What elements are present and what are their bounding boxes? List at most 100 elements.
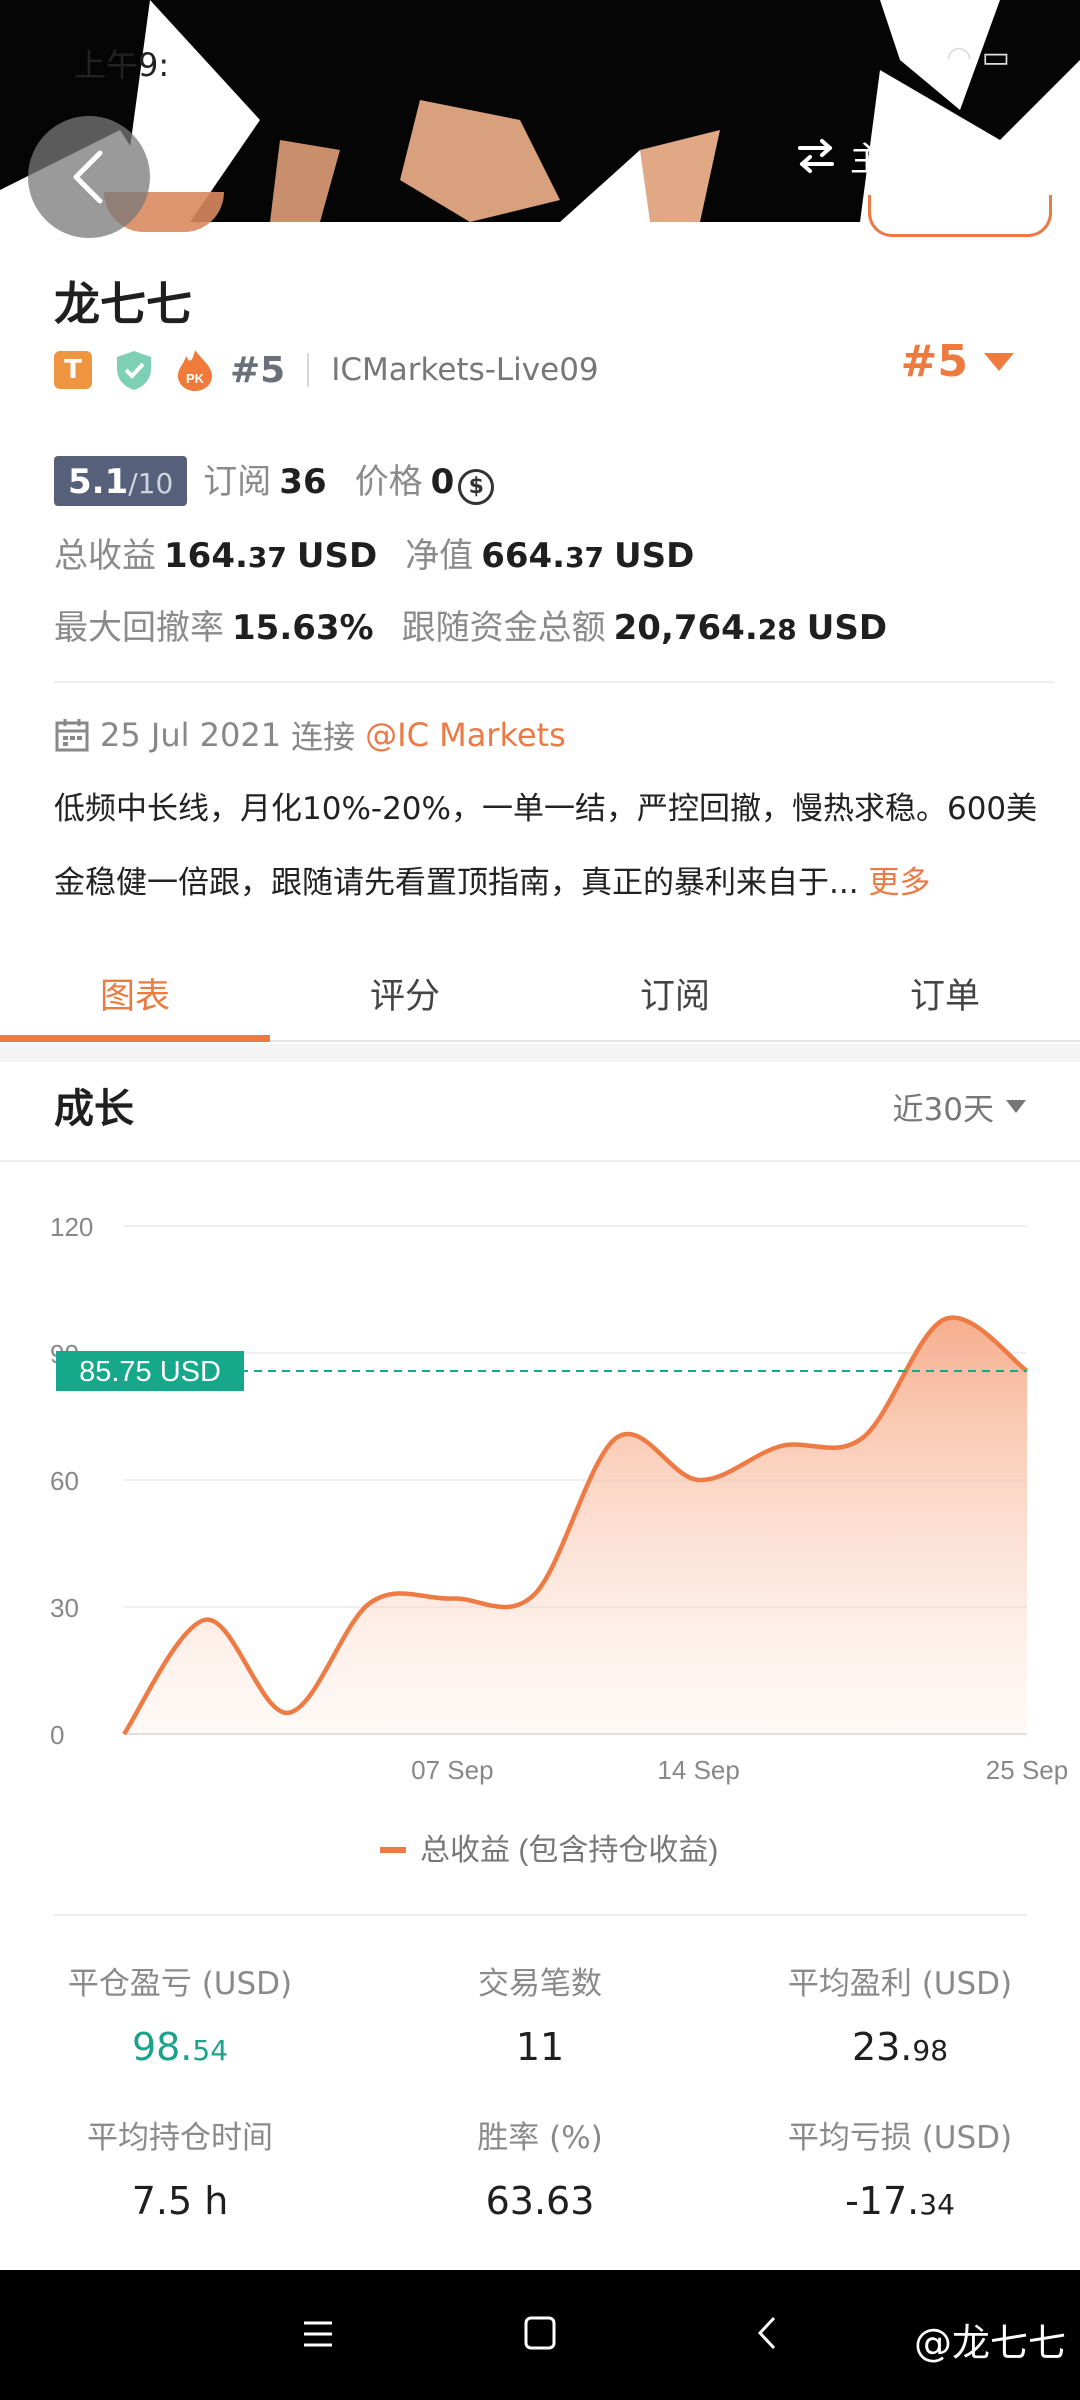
verified-shield-icon [117,351,151,390]
stat-value-int: 23. [851,2025,913,2069]
total-profit-dec: 37 [247,541,287,574]
tab-chart[interactable]: 图表 [0,948,270,1042]
reference-layer: 85.75 USD [56,1350,1027,1391]
banner-artwork [0,0,1080,222]
tab-bar: 图表 评分 订阅 订单 [0,948,1080,1042]
coin-icon: $ [458,469,495,505]
price-value: 0 [430,462,455,502]
drawdown-line: 最大回撤率 15.63% 跟随资金总额 20,764. 28 USD [54,600,887,649]
series-area [124,1317,1027,1734]
rank-value: #5 [900,336,968,387]
follow-funds-dec: 28 [757,613,797,646]
stat-label: 平仓盈亏 (USD) [67,1966,293,2002]
stat-cell: 平均亏损 (USD) -17.34 [720,2112,1080,2223]
x-tick-label: 14 Sep [657,1755,739,1785]
stat-cell: 胜率 (%) 63.63 [360,2112,720,2223]
follow-button[interactable] [868,195,1052,237]
x-tick-label: 07 Sep [411,1755,493,1785]
trader-name: 龙七七 [54,277,192,331]
menu-icon[interactable] [300,2316,336,2352]
legend: 总收益 (包含持仓收益) [380,1834,718,1867]
badge-row: T PK #5 ICMarkets-Live09 [54,344,599,396]
stat-value-int: 98. [131,2025,193,2069]
total-profit-label: 总收益 [54,536,156,576]
stat-label: 平均持仓时间 [87,2120,273,2156]
stat-value: 11 [360,2025,720,2069]
score-line: 5.1/10 订阅 36 价格 0 $ [54,454,495,506]
trader-badge-icon: T [54,351,92,389]
y-tick-label: 120 [50,1212,93,1242]
stat-cell: 平仓盈亏 (USD) 98.54 [0,1958,360,2069]
price-label: 价格 [354,462,423,502]
y-tick-label: 60 [50,1466,79,1496]
stat-label: 平均亏损 (USD) [787,2120,1013,2156]
stat-cell: 平均盈利 (USD) 23.98 [720,1958,1080,2069]
rank-small: #5 [230,349,286,391]
subscribe-label: 订阅 [203,462,272,502]
score-badge: 5.1/10 [54,456,188,506]
follow-funds-int: 20,764. [613,608,758,648]
period-label: 近30天 [892,1092,994,1128]
equity-unit: USD [614,536,695,576]
home-square-icon[interactable] [522,2314,558,2352]
period-selector[interactable]: 近30天 [893,1084,1026,1129]
stat-value: 63.63 [360,2179,720,2223]
more-link[interactable]: 更多 [868,865,930,901]
status-icons: ◠ ▭ [945,40,1010,75]
follow-funds-unit: USD [806,608,888,648]
stat-value: 98.54 [0,2025,360,2069]
chevron-left-icon [73,150,103,204]
status-time: 上午9: [74,46,170,84]
growth-chart: 0306090120 85.75 USD 07 Sep14 Sep25 Sep … [50,1212,1068,1867]
more-options-icon[interactable]: ••• [978,136,1067,182]
stat-cell: 平均持仓时间 7.5 h [0,2112,360,2223]
back-arrow-icon[interactable] [752,2314,782,2352]
subscribe-count: 36 [279,462,327,502]
total-profit-int: 164. [164,536,248,576]
join-date: 25 Jul 2021 [100,716,282,754]
strategy-description: 低频中长线，月化10%-20%，一单一结，严控回撤，慢热求稳。600美金稳健一倍… [54,772,1054,920]
score-value: 5.1 [68,462,129,502]
section-gap [0,1044,1080,1062]
growth-title: 成长 [54,1086,134,1132]
home-label: 主页 [850,139,918,180]
broker-link[interactable]: @IC Markets [365,716,566,754]
divider [54,681,1054,683]
pk-label: PK [186,371,205,386]
divider [307,353,310,387]
stat-label: 胜率 (%) [477,2120,603,2156]
stat-value-int: 11 [515,2025,565,2069]
profile-banner: 上午9: ◠ ▭ [0,0,1080,222]
score-max: /10 [128,467,174,500]
follow-funds-label: 跟随资金总额 [401,608,606,648]
tab-rating[interactable]: 评分 [270,948,540,1040]
stat-value-int: -17. [845,2179,920,2223]
stat-value: -17.34 [720,2179,1080,2223]
rank-dropdown[interactable]: #5 [901,336,1014,387]
tab-orders[interactable]: 订单 [810,948,1080,1040]
stat-label: 平均盈利 (USD) [787,1966,1013,2002]
stat-value-dec: 98 [912,2034,949,2067]
stat-label: 交易笔数 [478,1966,602,2002]
stat-value-int: 63.63 [485,2179,595,2223]
back-button[interactable] [28,116,150,238]
home-link[interactable]: 主页 [796,130,918,182]
stat-value: 23.98 [720,2025,1080,2069]
caret-down-icon [1006,1100,1026,1113]
legend-label: 总收益 (包含持仓收益) [420,1834,718,1867]
tab-subscribe[interactable]: 订阅 [540,948,810,1040]
max-drawdown-value: 15.63% [232,608,374,648]
stat-cell: 交易笔数 11 [360,1958,720,2069]
reference-label: 85.75 USD [79,1356,221,1388]
calendar-icon [55,719,89,752]
area-layer [122,1315,1029,1736]
equity-int: 664. [481,536,566,576]
legend-swatch [380,1847,406,1853]
stat-value-dec: 34 [919,2188,955,2221]
x-tick-layer: 07 Sep 14 Sep 25 Sep [411,1755,1068,1785]
swap-icon [798,139,834,173]
profit-line: 总收益 164. 37 USD 净值 664. 37 USD [54,528,694,577]
y-tick-label: 30 [50,1593,79,1623]
equity-dec: 37 [565,541,605,574]
stat-value-int: 7.5 h [131,2179,229,2223]
